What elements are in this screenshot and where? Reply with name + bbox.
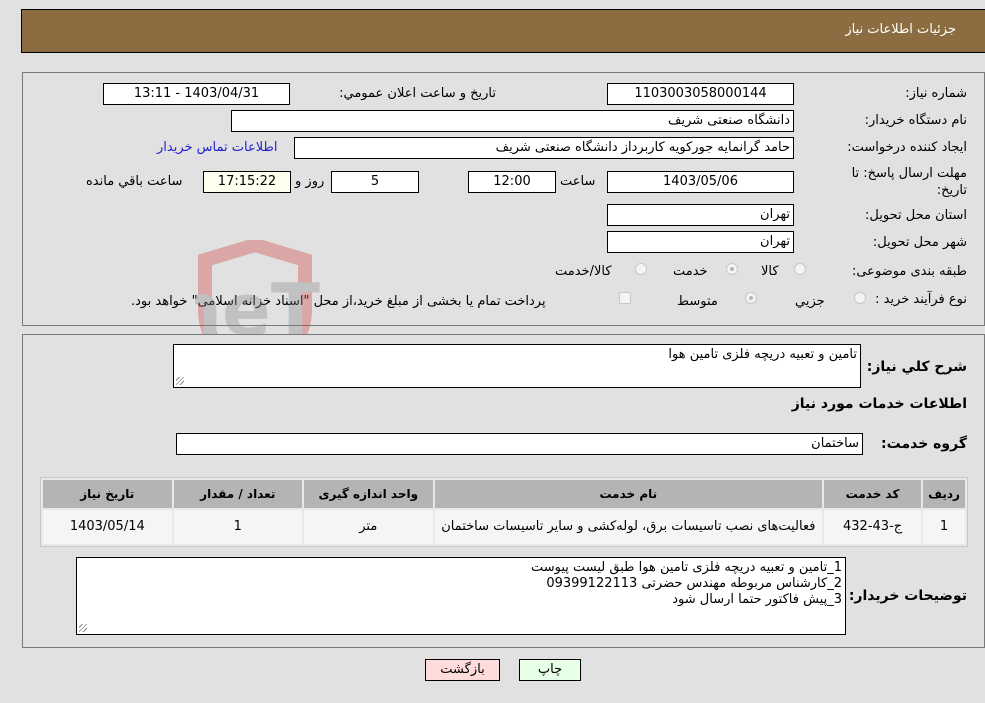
table-header-row: ردیف کد خدمت نام خدمت واحد اندازه گیری ت… [43, 480, 965, 508]
buyer-org-field: دانشگاه صنعتی شریف [231, 110, 794, 132]
announce-datetime-label: تاریخ و ساعت اعلان عمومي: [339, 86, 496, 101]
cell-code: ج-43-432 [824, 510, 922, 544]
category-option-goods-service: کالا/خدمت [555, 264, 612, 279]
services-panel: شرح کلي نیاز: تامین و تعبیه دریچه فلزی ت… [22, 334, 985, 648]
category-radio-goods-service[interactable] [635, 263, 647, 275]
services-section-title: اطلاعات خدمات مورد نیاز [791, 396, 967, 412]
need-number-label: شماره نیاز: [905, 86, 967, 101]
category-option-goods: کالا [761, 264, 779, 279]
province-field: تهران [607, 204, 794, 226]
cell-date: 1403/05/14 [43, 510, 172, 544]
announce-datetime-field: 1403/04/31 - 13:11 [103, 83, 290, 105]
cell-quantity: 1 [173, 510, 303, 544]
category-radio-service[interactable] [726, 263, 738, 275]
service-group-field: ساختمان [176, 433, 863, 455]
summary-textarea[interactable]: تامین و تعبیه دریچه فلزی تامین هوا [173, 344, 861, 388]
deadline-time-field: 12:00 [468, 171, 556, 193]
process-option-minor: جزيي [795, 294, 825, 309]
requester-field: حامد گرانمایه جورکویه کاربرداز دانشگاه ص… [294, 137, 794, 159]
back-button[interactable]: بازگشت [425, 659, 500, 681]
time-remaining-field: 17:15:22 [203, 171, 291, 193]
treasury-checkbox[interactable] [619, 292, 631, 304]
summary-label: شرح کلي نیاز: [866, 359, 967, 375]
deadline-time-label: ساعت [560, 174, 596, 189]
process-radio-minor[interactable] [854, 292, 866, 304]
buyer-contact-link[interactable]: اطلاعات تماس خریدار [157, 140, 277, 155]
services-table: ردیف کد خدمت نام خدمت واحد اندازه گیری ت… [40, 477, 968, 547]
buyer-note-line: 2_کارشناس مربوطه مهندس حضرتی 09399122113 [546, 576, 842, 591]
category-radio-goods[interactable] [794, 263, 806, 275]
buyer-note-line: 1_تامین و تعبیه دریچه فلزی تامین هوا طبق… [530, 560, 842, 575]
page-header: جزئیات اطلاعات نیاز [21, 9, 985, 53]
col-unit: واحد اندازه گیری [304, 480, 433, 508]
buyer-org-label: نام دستگاه خریدار: [864, 113, 967, 128]
category-label: طبقه بندی موضوعی: [851, 264, 967, 279]
service-group-label: گروه خدمت: [881, 436, 967, 452]
page-title: جزئیات اطلاعات نیاز [845, 22, 956, 37]
deadline-date-field: 1403/05/06 [607, 171, 794, 193]
cell-unit: متر [304, 510, 433, 544]
table-row: 1 ج-43-432 فعالیت‌های نصب تاسیسات برق، ل… [43, 510, 965, 544]
need-number-field: 1103003058000144 [607, 83, 794, 105]
process-radio-medium[interactable] [745, 292, 757, 304]
col-name: نام خدمت [434, 480, 823, 508]
cell-index: 1 [923, 510, 965, 544]
requester-label: ایجاد کننده درخواست: [847, 140, 967, 155]
col-code: کد خدمت [824, 480, 922, 508]
treasury-note: پرداخت تمام یا بخشی از مبلغ خرید،از محل … [131, 294, 546, 309]
city-field: تهران [607, 231, 794, 253]
col-index: ردیف [923, 480, 965, 508]
buyer-notes-textarea[interactable]: 1_تامین و تعبیه دریچه فلزی تامین هوا طبق… [76, 557, 846, 635]
col-quantity: تعداد / مقدار [173, 480, 303, 508]
days-label: روز و [295, 174, 325, 189]
details-panel: شماره نیاز: 1103003058000144 تاریخ و ساع… [22, 72, 985, 326]
time-remaining-label: ساعت باقي مانده [86, 174, 183, 189]
buyer-notes-label: توضیحات خریدار: [848, 588, 967, 604]
process-option-medium: متوسط [677, 294, 718, 309]
days-remaining-field: 5 [331, 171, 419, 193]
province-label: استان محل تحویل: [865, 208, 967, 223]
summary-text: تامین و تعبیه دریچه فلزی تامین هوا [668, 347, 857, 362]
resize-grip-icon[interactable] [79, 624, 87, 632]
cell-name: فعالیت‌های نصب تاسیسات برق، لوله‌کشی و س… [434, 510, 823, 544]
process-label: نوع فرآیند خرید : [875, 292, 967, 307]
deadline-label: مهلت ارسال پاسخ: تا تاریخ: [851, 166, 967, 198]
city-label: شهر محل تحویل: [872, 235, 967, 250]
category-option-service: خدمت [673, 264, 708, 279]
buyer-note-line: 3_پیش فاکتور حتما ارسال شود [672, 592, 842, 607]
resize-grip-icon[interactable] [176, 377, 184, 385]
print-button[interactable]: چاپ [519, 659, 581, 681]
col-date: تاریخ نیاز [43, 480, 172, 508]
